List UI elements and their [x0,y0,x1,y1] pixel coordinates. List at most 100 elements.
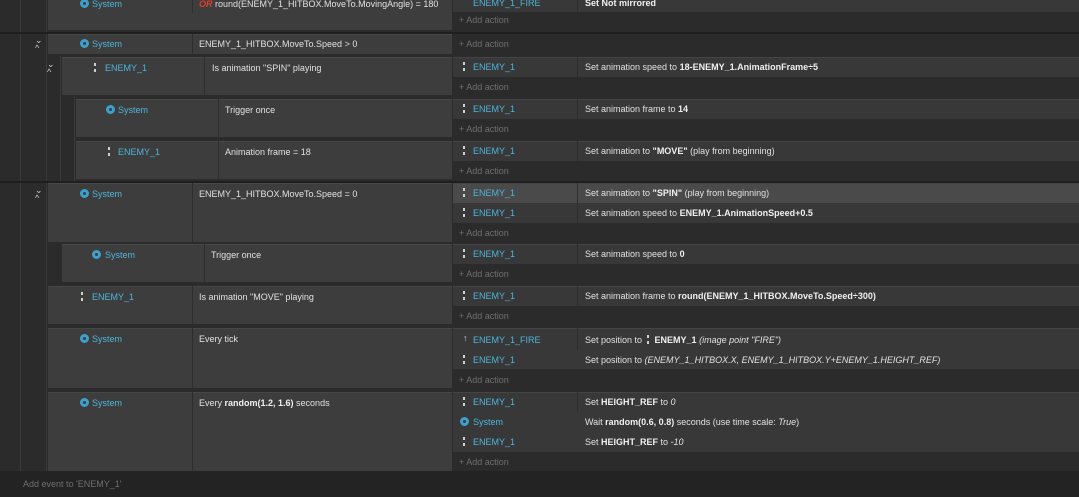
action-object[interactable]: ENEMY_1 [473,61,515,73]
action-object[interactable]: ENEMY_1 [473,396,515,408]
collapse-toggle-icon[interactable]: ⌄ ^ [35,186,43,203]
system-gear-icon [106,105,115,114]
action-object[interactable]: ENEMY_1 [473,103,515,115]
column-separator [192,328,193,388]
gutter-line [20,0,21,471]
collapse-toggle-icon[interactable]: ⌄ ^ [35,36,43,53]
condition-text[interactable]: Is animation "MOVE" playing [199,291,314,303]
gutter-line [74,97,75,183]
add-action-link[interactable]: + Add action [459,227,509,239]
column-separator [577,0,578,12]
object-icon [463,437,465,446]
gutter-line [60,56,61,186]
column-separator [204,57,205,95]
object-icon [463,355,465,364]
object-icon [463,146,465,155]
action-text[interactable]: Wait random(0.6, 0.8) seconds (use time … [585,416,799,428]
action-object[interactable]: ENEMY_1 [473,187,515,199]
action-text[interactable]: Set position to (ENEMY_1_HITBOX.X, ENEMY… [585,354,940,366]
column-separator [204,244,205,282]
condition-object[interactable]: System [105,249,135,261]
action-object[interactable]: ENEMY_1 [473,290,515,302]
object-icon [94,63,96,72]
condition-text[interactable]: Trigger once [225,104,275,116]
action-object[interactable]: ENEMY_1 [473,436,515,448]
system-gear-icon [80,189,89,198]
action-text[interactable]: Set animation speed to 18-ENEMY_1.Animat… [585,61,818,73]
system-gear-icon [460,417,469,426]
condition-text[interactable]: Every tick [199,333,238,345]
condition-object[interactable]: System [92,188,122,200]
column-separator [192,286,193,324]
action-text[interactable]: Set animation frame to round(ENEMY_1_HIT… [585,290,876,302]
system-gear-icon [92,250,101,259]
footer-bar: Add event to 'ENEMY_1' [0,471,1079,497]
condition-text[interactable]: Is animation "SPIN" playing [212,62,321,74]
condition-object[interactable]: ENEMY_1 [118,146,160,158]
action-row[interactable] [453,432,1079,452]
system-gear-icon [80,398,89,407]
action-object[interactable]: ENEMY_1 [473,248,515,260]
action-object[interactable]: ENEMY_1 [473,145,515,157]
condition-text[interactable]: ENEMY_1_HITBOX.MoveTo.Speed = 0 [199,188,357,200]
action-object[interactable]: ENEMY_1_FIRE [473,0,541,9]
object-icon [646,335,649,344]
action-row[interactable] [453,99,1079,119]
action-text[interactable]: Set HEIGHT_REF to 0 [585,396,676,408]
condition-object[interactable]: System [92,397,122,409]
action-object[interactable]: ENEMY_1 [473,354,515,366]
add-action-link[interactable]: + Add action [459,374,509,386]
add-action-link[interactable]: + Add action [459,456,509,468]
action-text[interactable]: Set Not mirrored [585,0,656,9]
action-row[interactable] [453,244,1079,264]
object-icon [81,292,83,301]
fire-object-icon: ↑ [463,333,468,343]
action-text[interactable]: Set animation to "SPIN" (play from begin… [585,187,769,199]
add-action-link[interactable]: + Add action [459,268,509,280]
add-action-link[interactable]: + Add action [459,310,509,322]
condition-text[interactable]: Trigger once [211,249,261,261]
column-separator [192,34,193,54]
object-icon [463,397,465,406]
action-text[interactable]: Set animation speed to ENEMY_1.Animation… [585,207,813,219]
column-separator [192,392,193,471]
add-action-link[interactable]: + Add action [459,123,509,135]
action-object[interactable]: ENEMY_1 [473,207,515,219]
condition-object[interactable]: System [92,38,122,50]
action-row[interactable] [453,0,1079,12]
object-icon [463,249,465,258]
condition-text[interactable]: OR round(ENEMY_1_HITBOX.MoveTo.MovingAng… [199,0,438,10]
object-icon [463,291,465,300]
add-action-link[interactable]: + Add action [459,165,509,177]
action-text[interactable]: Set animation frame to 14 [585,103,688,115]
add-event-link[interactable]: Add event to 'ENEMY_1' [23,478,122,490]
action-row[interactable] [453,392,1079,412]
action-object[interactable]: ENEMY_1_FIRE [473,334,541,346]
system-gear-icon [80,334,89,343]
system-gear-icon [80,39,89,48]
collapse-toggle-icon[interactable]: ⌄ ^ [47,60,55,77]
action-text[interactable]: Set position to ENEMY_1 (image point "FI… [585,334,781,346]
action-text[interactable]: Set animation speed to 0 [585,248,685,260]
column-separator [218,99,219,137]
condition-object[interactable]: ENEMY_1 [92,291,134,303]
add-action-link[interactable]: + Add action [459,14,509,26]
column-separator [577,57,578,77]
or-keyword: OR [199,0,213,9]
condition-text[interactable]: ENEMY_1_HITBOX.MoveTo.Speed > 0 [199,38,357,50]
column-separator [577,286,578,306]
condition-object[interactable]: System [92,333,122,345]
object-icon [463,104,465,113]
action-text[interactable]: Set animation to "MOVE" (play from begin… [585,145,775,157]
add-action-link[interactable]: + Add action [459,81,509,93]
action-text[interactable]: Set HEIGHT_REF to -10 [585,436,684,448]
condition-text[interactable]: Animation frame = 18 [225,146,311,158]
object-icon [108,147,110,156]
action-object[interactable]: System [473,416,503,428]
condition-object[interactable]: System [118,104,148,116]
condition-text[interactable]: Every random(1.2, 1.6) seconds [199,397,330,409]
object-icon [463,188,465,197]
condition-object[interactable]: ENEMY_1 [105,62,147,74]
condition-object[interactable]: System [92,0,122,10]
add-action-link[interactable]: + Add action [459,38,509,50]
